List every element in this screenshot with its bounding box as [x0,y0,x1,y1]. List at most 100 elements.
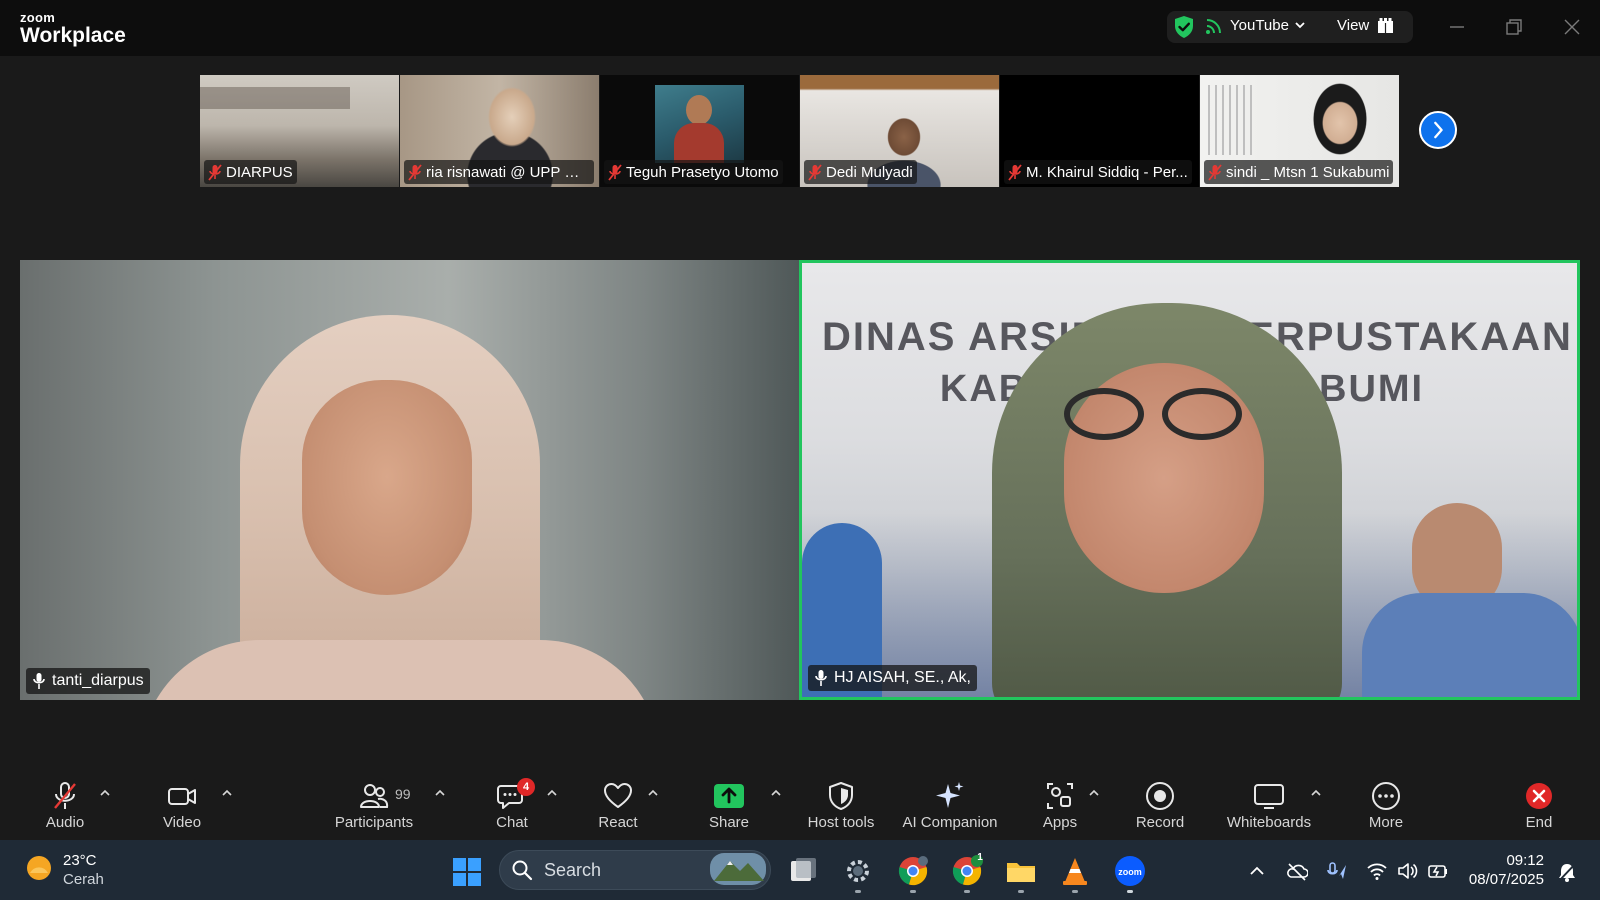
vlc-cone-icon[interactable] [1059,855,1091,887]
face-shape [302,380,472,595]
whiteboards-label: Whiteboards [1226,814,1312,831]
participant-name-tag: DIARPUS [204,160,297,184]
react-button[interactable]: React [594,766,642,831]
speaker-video-right-active[interactable]: DINAS ARSIP DAN PERPUSTAKAAN KABUPATEN S… [799,260,1580,700]
share-label: Share [708,814,750,831]
app-running-indicator [1072,890,1078,893]
caret-up-icon[interactable] [434,788,446,798]
caret-up-icon[interactable] [1310,788,1322,798]
notifications-bell-icon[interactable] [1556,861,1578,883]
caret-up-icon[interactable] [221,788,233,798]
participants-count: 99 [395,786,411,802]
weather-sun-icon[interactable] [24,853,54,883]
record-icon [1146,782,1174,810]
more-button[interactable]: More [1362,766,1410,831]
microphone-icon [33,673,45,689]
file-explorer-icon[interactable] [1005,855,1037,887]
battery-charging-icon[interactable] [1427,860,1449,882]
participant-name: Dedi Mulyadi [826,163,913,181]
apps-icon [1047,783,1073,809]
mic-muted-icon [608,163,622,181]
participant-name: ria risnawati @ UPP Cl... [426,163,590,181]
participant-thumbnail[interactable]: ria risnawati @ UPP Cl... [400,75,599,187]
glasses-left-lens [1064,388,1144,440]
chat-label: Chat [496,814,528,831]
mic-muted-icon [1008,163,1022,181]
location-mic-icon[interactable] [1326,860,1348,882]
participant-thumbnail[interactable]: DIARPUS [200,75,399,187]
participant-thumbnail[interactable]: sindi _ Mtsn 1 Sukabumi [1200,75,1399,187]
caret-up-icon[interactable] [546,788,558,798]
security-shield-icon[interactable] [1173,15,1195,39]
audio-label: Audio [45,814,85,831]
chat-button[interactable]: Chat [490,766,534,831]
chrome-icon[interactable] [897,855,929,887]
participant-name-tag: tanti_diarpus [26,668,150,694]
minimize-icon[interactable] [1447,17,1467,37]
next-page-arrow-icon[interactable] [1419,111,1457,149]
wifi-icon[interactable] [1366,860,1388,882]
mic-muted-icon [54,782,76,809]
participant-name-tag: HJ AISAH, SE., Ak, [808,665,977,691]
show-hidden-icons-chevron-icon[interactable] [1246,860,1268,882]
app-running-indicator [964,890,970,893]
taskbar-clock-time[interactable]: 09:12 [1484,852,1544,869]
ai-companion-button[interactable]: AI Companion [899,766,1001,831]
record-button[interactable]: Record [1134,766,1186,831]
shoulders-shape [140,640,660,700]
taskbar-clock-date[interactable]: 08/07/2025 [1466,871,1544,888]
onedrive-cloud-icon[interactable] [1286,860,1308,882]
participant-thumbnail[interactable]: Teguh Prasetyo Utomo [600,75,799,187]
participants-icon [360,784,389,808]
audio-button[interactable]: Audio [40,766,90,831]
windows-start-icon[interactable] [452,857,482,887]
stream-destination-label[interactable]: YouTube [1230,17,1289,34]
close-window-icon[interactable] [1562,17,1582,37]
react-label: React [598,814,638,831]
backdrop-sign [200,87,350,109]
participant-name: DIARPUS [226,163,293,181]
participant-thumbnail[interactable]: M. Khairul Siddiq - Per... [1000,75,1199,187]
share-button[interactable]: Share [705,766,753,831]
mic-muted-icon [1208,163,1222,181]
logo-workplace-text: Workplace [20,24,126,47]
settings-gear-icon[interactable] [842,855,874,887]
sparkle-icon [936,782,964,808]
microphone-icon [815,670,827,686]
search-icon [512,860,533,881]
restore-window-icon[interactable] [1504,17,1524,37]
chevron-down-icon[interactable] [1294,20,1306,30]
grid-view-icon[interactable] [1378,18,1393,33]
shield-icon [829,782,853,810]
end-meeting-button[interactable]: End [1518,766,1560,831]
task-view-icon[interactable] [787,855,819,887]
app-running-indicator [1127,890,1133,893]
video-button[interactable]: Video [156,766,208,831]
heart-icon [604,783,632,808]
caret-up-icon[interactable] [1088,788,1100,798]
chat-unread-badge: 4 [517,778,535,796]
participant-name: tanti_diarpus [52,672,144,689]
end-label: End [1525,814,1553,831]
weather-condition[interactable]: Cerah [63,871,104,888]
apps-button[interactable]: Apps [1038,766,1082,831]
participant-face [686,95,712,125]
host-tools-button[interactable]: Host tools [803,766,879,831]
livestream-status-pill[interactable] [1167,11,1413,43]
video-camera-icon [168,788,196,805]
speaker-video-left[interactable]: tanti_diarpus [20,260,799,700]
caret-up-icon[interactable] [647,788,659,798]
participant-thumbnail[interactable]: Dedi Mulyadi [800,75,999,187]
participant-name-tag: M. Khairul Siddiq - Per... [1004,160,1192,184]
zoom-app-icon[interactable]: zoom [1114,855,1146,887]
mic-muted-icon [208,163,222,181]
end-call-icon [1526,783,1552,809]
participant-name-tag: sindi _ Mtsn 1 Sukabumi [1204,160,1394,184]
mic-muted-icon [408,163,422,181]
weather-temperature[interactable]: 23°C [63,852,97,869]
volume-icon[interactable] [1396,860,1418,882]
whiteboards-button[interactable]: Whiteboards [1224,766,1314,831]
caret-up-icon[interactable] [99,788,111,798]
caret-up-icon[interactable] [770,788,782,798]
view-button[interactable]: View [1337,17,1369,34]
